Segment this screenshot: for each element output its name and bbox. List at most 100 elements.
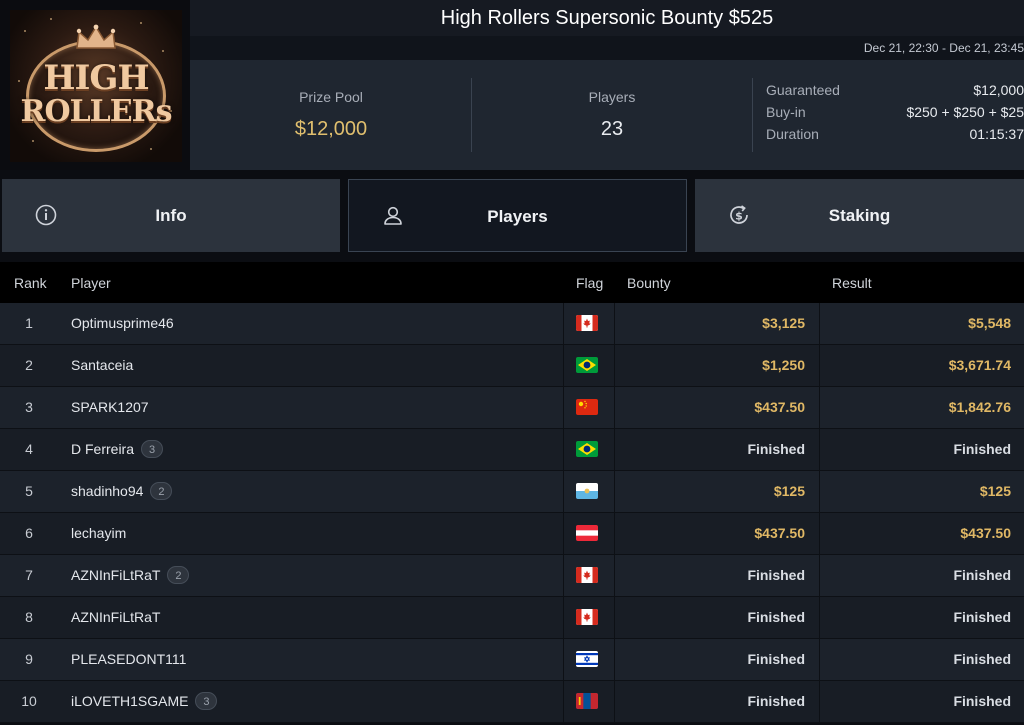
- player-name[interactable]: AZNInFiLtRaT: [71, 609, 160, 625]
- date-bar: Dec 21, 22:30 - Dec 21, 23:45: [190, 36, 1024, 60]
- detail-key: Buy-in: [766, 104, 806, 120]
- tournament-title: High Rollers Supersonic Bounty $525: [440, 7, 774, 29]
- detail-duration: Duration 01:15:37: [766, 126, 1024, 148]
- logo-container: HIGH ROLLERs: [0, 0, 190, 170]
- high-rollers-logo: HIGH ROLLERs: [10, 10, 182, 162]
- brazil-flag-icon: [576, 441, 598, 457]
- prize-pool-stat: Prize Pool $12,000: [190, 60, 472, 170]
- players-value: 23: [600, 118, 624, 140]
- player-name[interactable]: Santaceia: [71, 357, 133, 373]
- crown-icon: [76, 24, 116, 49]
- bounty-cell: $3,125: [762, 315, 805, 331]
- rank-cell: 8: [25, 609, 33, 625]
- column-header-bounty[interactable]: Bounty: [627, 275, 671, 291]
- rank-cell: 3: [25, 399, 33, 415]
- player-cell[interactable]: Santaceia: [71, 345, 133, 386]
- bounty-cell: Finished: [747, 609, 805, 625]
- tab-label: Players: [487, 207, 548, 226]
- column-header-player[interactable]: Player: [71, 275, 111, 291]
- table-row[interactable]: 8 AZNInFiLtRaT Finished Finished: [0, 597, 1024, 639]
- player-name[interactable]: PLEASEDONT111: [71, 651, 186, 667]
- player-cell[interactable]: Optimusprime46: [71, 303, 174, 344]
- player-cell[interactable]: SPARK1207: [71, 387, 149, 428]
- player-cell[interactable]: lechayim: [71, 513, 126, 554]
- stats-panel: Prize Pool $12,000 Players 23 Guaranteed…: [190, 60, 1024, 170]
- player-name[interactable]: D Ferreira: [71, 441, 134, 457]
- rank-cell: 10: [21, 693, 37, 709]
- player-cell[interactable]: AZNInFiLtRaT 2: [71, 555, 190, 596]
- china-flag-icon: [576, 399, 598, 415]
- logo-text-high: HIGH: [43, 58, 149, 98]
- entries-badge: 3: [195, 692, 218, 711]
- detail-value: 01:15:37: [969, 126, 1024, 142]
- tab-label: Staking: [828, 206, 891, 225]
- result-cell: Finished: [953, 651, 1011, 667]
- table-row[interactable]: 10 iLOVETH1SGAME 3 Finished Finished: [0, 681, 1024, 723]
- detail-value: $12,000: [973, 82, 1024, 98]
- players-label: Players: [588, 89, 636, 105]
- detail-key: Guaranteed: [766, 82, 840, 98]
- player-cell[interactable]: PLEASEDONT111: [71, 639, 186, 680]
- san-marino-flag-icon: [576, 483, 598, 499]
- prize-pool-label: Prize Pool: [299, 89, 363, 105]
- detail-key: Duration: [766, 126, 819, 142]
- rank-cell: 2: [25, 357, 33, 373]
- table-row[interactable]: 7 AZNInFiLtRaT 2 Finished Finished: [0, 555, 1024, 597]
- bounty-cell: Finished: [747, 693, 805, 709]
- players-table-body: 1 Optimusprime46 $3,125 $5,548 2 Santaceia $1,…: [0, 303, 1024, 723]
- tournament-details: Guaranteed $12,000 Buy-in $250 + $250 + …: [766, 82, 1024, 148]
- table-row[interactable]: 5 shadinho94 2 $125 $125: [0, 471, 1024, 513]
- column-header-result[interactable]: Result: [832, 275, 872, 291]
- detail-value: $250 + $250 + $25: [906, 104, 1024, 120]
- tab-players[interactable]: Players: [348, 179, 687, 252]
- player-name[interactable]: iLOVETH1SGAME: [71, 693, 188, 709]
- table-row[interactable]: 6 lechayim $437.50 $437.50: [0, 513, 1024, 555]
- player-cell[interactable]: D Ferreira 3: [71, 429, 164, 470]
- title-bar: High Rollers Supersonic Bounty $525: [190, 0, 1024, 36]
- bounty-cell: $437.50: [754, 525, 805, 541]
- bounty-cell: Finished: [747, 567, 805, 583]
- table-row[interactable]: 1 Optimusprime46 $3,125 $5,548: [0, 303, 1024, 345]
- bounty-cell: $437.50: [754, 399, 805, 415]
- table-row[interactable]: 4 D Ferreira 3 Finished Finished: [0, 429, 1024, 471]
- player-name[interactable]: SPARK1207: [71, 399, 149, 415]
- entries-badge: 2: [150, 482, 173, 501]
- result-cell: Finished: [953, 441, 1011, 457]
- player-cell[interactable]: AZNInFiLtRaT: [71, 597, 160, 638]
- column-header-flag[interactable]: Flag: [576, 275, 603, 291]
- table-row[interactable]: 9 PLEASEDONT111 Finished Finished: [0, 639, 1024, 681]
- mongolia-flag-icon: [576, 693, 598, 709]
- flag-cell: [563, 387, 614, 428]
- canada-flag-icon: [576, 315, 598, 331]
- flag-cell: [563, 681, 614, 722]
- flag-cell: [563, 597, 614, 638]
- player-name[interactable]: shadinho94: [71, 483, 143, 499]
- rank-cell: 9: [25, 651, 33, 667]
- flag-cell: [563, 639, 614, 680]
- flag-cell: [563, 345, 614, 386]
- table-row[interactable]: 3 SPARK1207 $437.50 $1,842.76: [0, 387, 1024, 429]
- table-row[interactable]: 2 Santaceia $1,250 $3,671.74: [0, 345, 1024, 387]
- result-cell: Finished: [953, 609, 1011, 625]
- date-range: Dec 21, 22:30 - Dec 21, 23:45: [863, 41, 1024, 55]
- brazil-flag-icon: [576, 357, 598, 373]
- player-cell[interactable]: shadinho94 2: [71, 471, 173, 512]
- player-name[interactable]: AZNInFiLtRaT: [71, 567, 160, 583]
- flag-cell: [563, 471, 614, 512]
- rank-cell: 7: [25, 567, 33, 583]
- bounty-cell: Finished: [747, 441, 805, 457]
- tab-info[interactable]: Info: [2, 179, 340, 252]
- divider: [752, 78, 753, 152]
- column-header-rank[interactable]: Rank: [14, 275, 47, 291]
- player-name[interactable]: lechayim: [71, 525, 126, 541]
- player-name[interactable]: Optimusprime46: [71, 315, 174, 331]
- table-header: Rank Player Flag Bounty Result: [0, 262, 1024, 303]
- flag-cell: [563, 303, 614, 344]
- result-cell: $5,548: [968, 315, 1011, 331]
- flag-cell: [563, 555, 614, 596]
- tab-staking[interactable]: $ Staking: [695, 179, 1024, 252]
- austria-flag-icon: [576, 525, 598, 541]
- rank-cell: 5: [25, 483, 33, 499]
- canada-flag-icon: [576, 609, 598, 625]
- player-cell[interactable]: iLOVETH1SGAME 3: [71, 681, 218, 722]
